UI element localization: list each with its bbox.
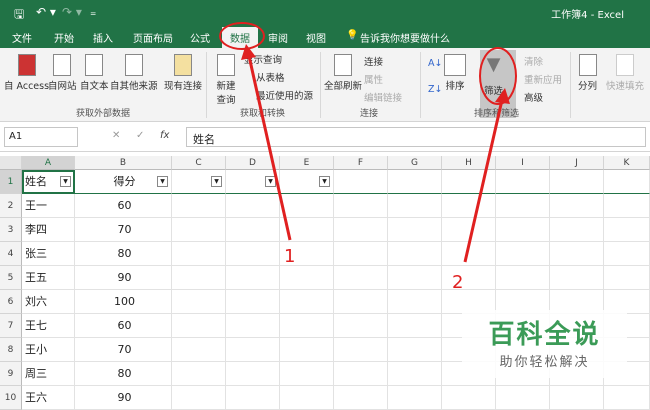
annotation-2: 2 <box>452 272 464 293</box>
arrow-2-head <box>495 88 510 104</box>
highlight-data-tab <box>219 22 265 50</box>
arrow-1 <box>247 55 292 241</box>
annotation-1: 1 <box>284 246 296 267</box>
highlight-filter-button <box>479 47 517 105</box>
annotation-overlay <box>219 22 517 263</box>
arrow-2 <box>463 99 504 263</box>
